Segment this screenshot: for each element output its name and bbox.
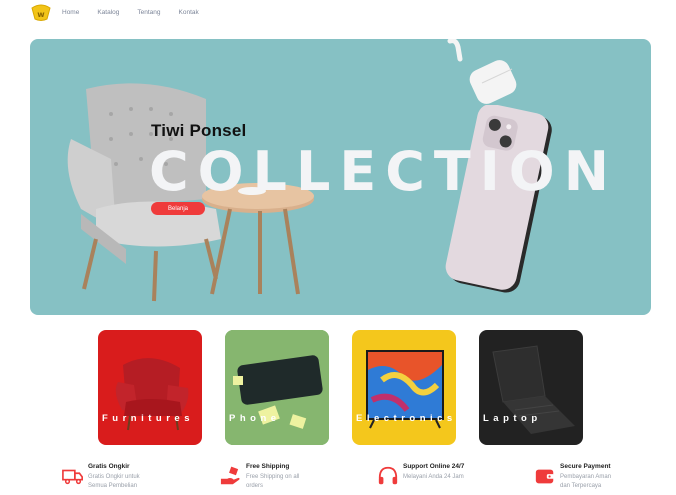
category-label-furnitures: Furnitures (102, 413, 194, 424)
feature-title: Support Online 24/7 (403, 463, 465, 470)
feature-description: Gratis Ongkir untuk Semua Pembelian (88, 474, 140, 489)
nav-katalog-link[interactable]: Katalog (97, 9, 119, 16)
feature-description: Pembayaran Aman dan Terpercaya (560, 474, 612, 489)
category-card-phone[interactable]: Phone (225, 330, 329, 445)
feature-title: Free Shipping (246, 463, 290, 470)
nav-kontak-link[interactable]: Kontak (179, 9, 199, 16)
television-icon (366, 350, 444, 429)
category-card-laptop[interactable]: Laptop (479, 330, 583, 445)
category-card-furnitures[interactable]: Furnitures (98, 330, 202, 445)
feature-title: Secure Payment (560, 463, 611, 470)
brand-logo-icon[interactable]: w (30, 4, 52, 22)
headset-icon (378, 466, 398, 485)
feature-description: Melayani Anda 24 Jam (403, 474, 464, 480)
feature-support-online: Support Online 24/7 Melayani Anda 24 Jam (377, 463, 517, 493)
wallet-icon (535, 469, 555, 484)
feature-free-shipping: Free Shipping Free Shipping on all order… (220, 463, 360, 493)
hand-package-icon (220, 466, 240, 485)
hero-subtitle: Tiwi Ponsel (151, 121, 247, 140)
category-label-electronics: Electronics (356, 413, 456, 424)
shop-now-button[interactable]: Belanja (151, 202, 205, 215)
hero-banner: Tiwi Ponsel COLLECTION Belanja (30, 39, 651, 315)
smartphone-icon (225, 330, 329, 445)
feature-title: Gratis Ongkir (88, 463, 130, 470)
svg-text:w: w (37, 10, 45, 19)
hero-title: COLLECTION (149, 140, 618, 203)
category-label-laptop: Laptop (483, 413, 542, 424)
feature-description: Free Shipping on all orders (246, 474, 300, 489)
armchair-icon (115, 358, 189, 431)
feature-gratis-ongkir: Gratis Ongkir Gratis Ongkir untuk Semua … (62, 463, 202, 493)
top-navigation: w Home Katalog Tentang Kontak (0, 0, 676, 26)
truck-icon (62, 469, 83, 485)
earbuds-image (447, 39, 517, 104)
nav-tentang-link[interactable]: Tentang (137, 9, 160, 16)
category-label-phone: Phone (229, 413, 281, 424)
category-card-electronics[interactable]: Electronics (352, 330, 456, 445)
feature-secure-payment: Secure Payment Pembayaran Aman dan Terpe… (534, 463, 674, 493)
laptop-icon (492, 345, 575, 434)
nav-home-link[interactable]: Home (62, 9, 79, 16)
